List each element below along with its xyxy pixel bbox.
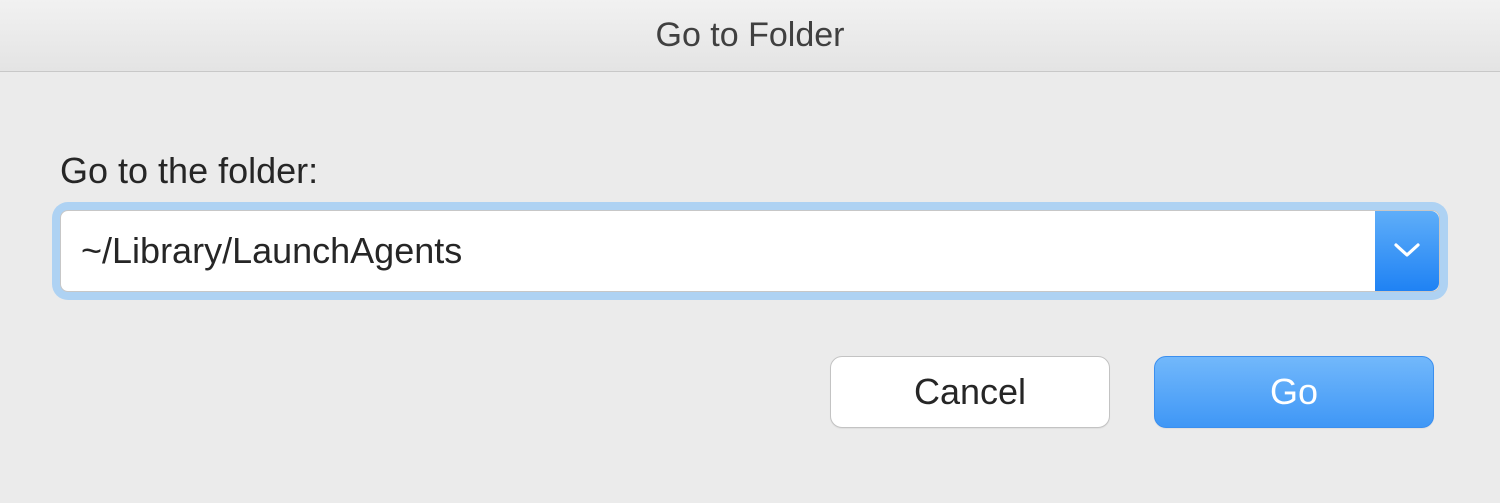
dialog-button-row: Cancel Go [60,356,1440,428]
folder-path-label: Go to the folder: [60,150,1440,192]
dialog-content: Go to the folder: Cancel Go [0,72,1500,428]
folder-path-combobox[interactable] [60,210,1440,292]
folder-path-dropdown-button[interactable] [1375,211,1439,291]
dialog-titlebar: Go to Folder [0,0,1500,72]
go-button[interactable]: Go [1154,356,1434,428]
dialog-title: Go to Folder [656,16,845,55]
cancel-button[interactable]: Cancel [830,356,1110,428]
folder-path-input[interactable] [61,211,1375,291]
chevron-down-icon [1394,242,1420,261]
